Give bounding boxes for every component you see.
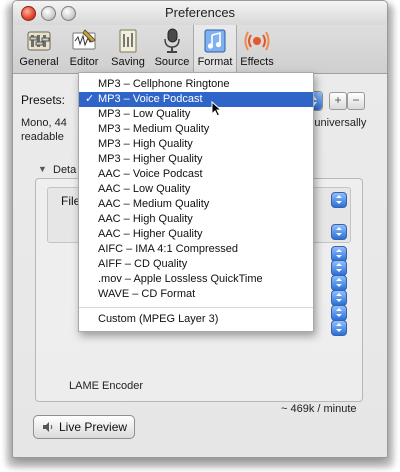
editor-icon: [72, 29, 96, 50]
mouse-cursor-icon: [211, 101, 223, 117]
toolbar-item-general[interactable]: General: [17, 25, 61, 72]
description-line2-start: readable: [21, 131, 64, 143]
live-preview-label: Live Preview: [59, 420, 128, 434]
details-label: Deta: [53, 164, 77, 176]
menu-item-custom[interactable]: Custom (MPEG Layer 3): [79, 312, 313, 327]
menu-separator: [79, 307, 313, 308]
menu-item[interactable]: MP3 – Low Quality: [79, 107, 313, 122]
toolbar-item-format[interactable]: Format: [193, 25, 237, 72]
setting-popup-4[interactable]: [331, 275, 347, 291]
menu-item[interactable]: AAC – Low Quality: [79, 182, 313, 197]
toolbar-item-effects[interactable]: Effects: [235, 25, 279, 72]
menu-item[interactable]: MP3 – Medium Quality: [79, 122, 313, 137]
menu-item[interactable]: AAC – Medium Quality: [79, 197, 313, 212]
setting-popup-3[interactable]: [331, 260, 347, 276]
toolbar-item-editor[interactable]: Editor: [63, 25, 105, 72]
remove-preset-button[interactable]: −: [347, 92, 365, 110]
menu-item[interactable]: MP3 – High Quality: [79, 137, 313, 152]
setting-popup-6[interactable]: [331, 305, 347, 321]
toolbar-label-editor: Editor: [69, 56, 99, 68]
speaker-icon: [43, 422, 53, 432]
title-bar[interactable]: Preferences: [13, 1, 387, 25]
toolbar: General Editor Saving Source Format Effe…: [13, 25, 387, 74]
toolbar-label-general: General: [19, 56, 59, 68]
menu-item[interactable]: AAC – High Quality: [79, 212, 313, 227]
checkmark-icon: ✓: [85, 93, 95, 105]
live-preview-button[interactable]: Live Preview: [33, 415, 135, 439]
window-title: Preferences: [164, 5, 236, 20]
bitrate-label: ~ 469k / minute: [281, 403, 357, 415]
menu-item[interactable]: AIFC – IMA 4:1 Compressed: [79, 242, 313, 257]
saving-icon: [119, 29, 137, 53]
toolbar-item-source[interactable]: Source: [151, 25, 193, 72]
toolbar-label-format: Format: [197, 56, 233, 68]
menu-item-selected[interactable]: ✓ MP3 – Voice Podcast: [79, 92, 313, 107]
toolbar-label-effects: Effects: [240, 56, 274, 68]
setting-popup-1[interactable]: [331, 224, 347, 240]
format-icon: [204, 29, 226, 53]
menu-item[interactable]: AAC – Voice Podcast: [79, 167, 313, 182]
toolbar-label-source: Source: [154, 56, 190, 68]
menu-item[interactable]: WAVE – CD Format: [79, 287, 313, 302]
effects-icon: [244, 31, 270, 51]
menu-item[interactable]: .mov – Apple Lossless QuickTime: [79, 272, 313, 287]
presets-menu: MP3 – Cellphone Ringtone ✓ MP3 – Voice Po…: [78, 72, 314, 332]
file-format-popup[interactable]: [331, 192, 347, 208]
microphone-icon: [164, 28, 180, 53]
disclosure-triangle-icon[interactable]: ▼: [38, 164, 47, 174]
add-preset-button[interactable]: +: [329, 92, 347, 110]
encoder-label: LAME Encoder: [69, 380, 143, 392]
toolbar-label-saving: Saving: [111, 56, 145, 68]
setting-popup-5[interactable]: [331, 290, 347, 306]
menu-item[interactable]: MP3 – Higher Quality: [79, 152, 313, 167]
presets-label: Presets:: [21, 93, 66, 107]
menu-item[interactable]: MP3 – Cellphone Ringtone: [79, 77, 313, 92]
general-icon: [27, 31, 51, 51]
description-line1-start: Mono, 44: [21, 117, 67, 129]
menu-item[interactable]: AAC – Higher Quality: [79, 227, 313, 242]
menu-item[interactable]: AIFF – CD Quality: [79, 257, 313, 272]
setting-popup-7[interactable]: [331, 320, 347, 336]
toolbar-item-saving[interactable]: Saving: [107, 25, 149, 72]
